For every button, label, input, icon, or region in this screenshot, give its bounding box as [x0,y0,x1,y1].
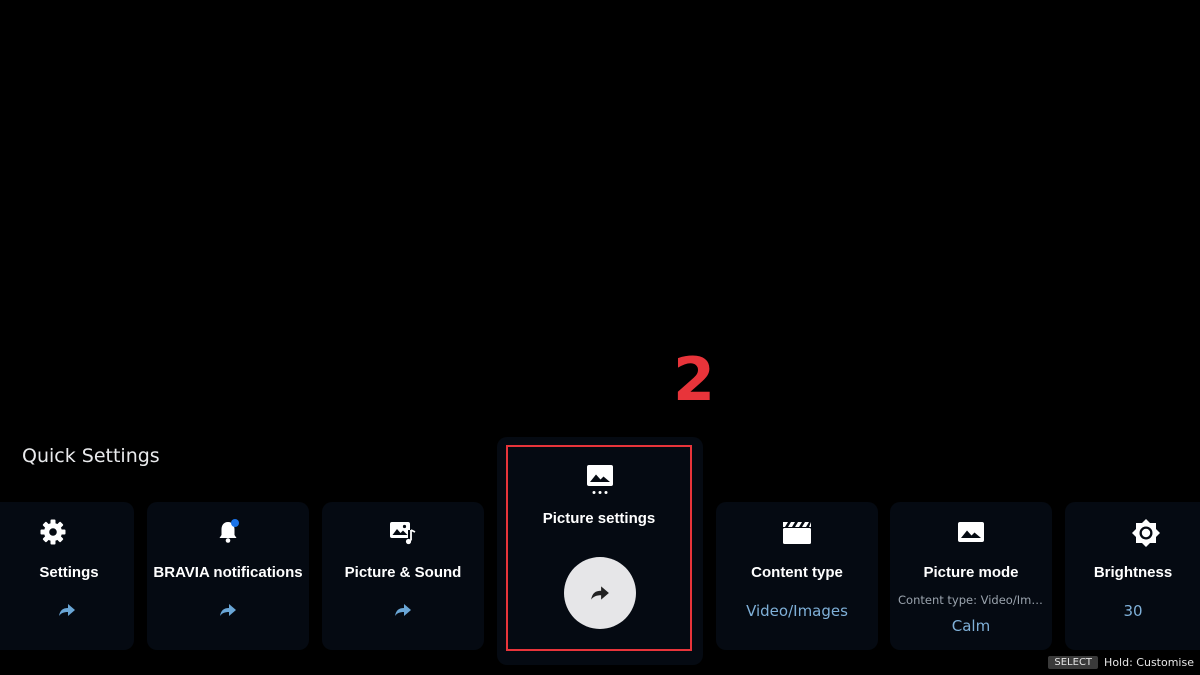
share-arrow-icon [591,586,609,600]
tile-subtitle: Content type: Video/Ima... [898,593,1044,607]
tile-picture-and-sound[interactable]: Picture & Sound [322,502,484,650]
tile-label: Picture & Sound [344,564,462,581]
tile-label: Picture mode [923,564,1019,581]
tile-value: 30 [1123,602,1143,620]
tile-label: BRAVIA notifications [153,564,303,581]
annotation-number: 2 [673,345,715,415]
tile-brightness[interactable]: Brightness 30 [1065,502,1200,650]
tile-label: Picture settings [542,510,656,527]
tile-value: Calm [951,617,991,635]
picture-sound-icon [322,518,484,546]
select-key-badge: SELECT [1048,656,1099,669]
tile-label: Settings [39,564,99,581]
quick-settings-title: Quick Settings [22,445,160,467]
brightness-icon [1065,518,1200,547]
picture-icon [890,518,1052,546]
tile-bravia-notifications[interactable]: BRAVIA notifications [147,502,309,650]
share-arrow-icon [147,602,309,618]
open-button[interactable] [564,557,636,629]
tile-picture-mode[interactable]: Picture mode Content type: Video/Ima... … [890,502,1052,650]
tile-content-type[interactable]: Content type Video/Images [716,502,878,650]
tile-label: Brightness [1093,564,1173,581]
tile-settings[interactable]: Settings [0,502,134,650]
gear-icon [0,518,134,546]
tile-value: Video/Images [746,602,848,620]
share-arrow-icon [322,602,484,618]
share-arrow-icon [0,602,134,618]
clapperboard-icon [716,518,878,546]
customise-hint: SELECT Hold: Customise [1048,656,1194,669]
notification-dot [231,519,239,527]
tile-label: Content type [751,564,843,581]
hint-text: Hold: Customise [1104,656,1194,669]
picture-settings-icon [584,463,616,497]
bell-icon [147,518,309,546]
